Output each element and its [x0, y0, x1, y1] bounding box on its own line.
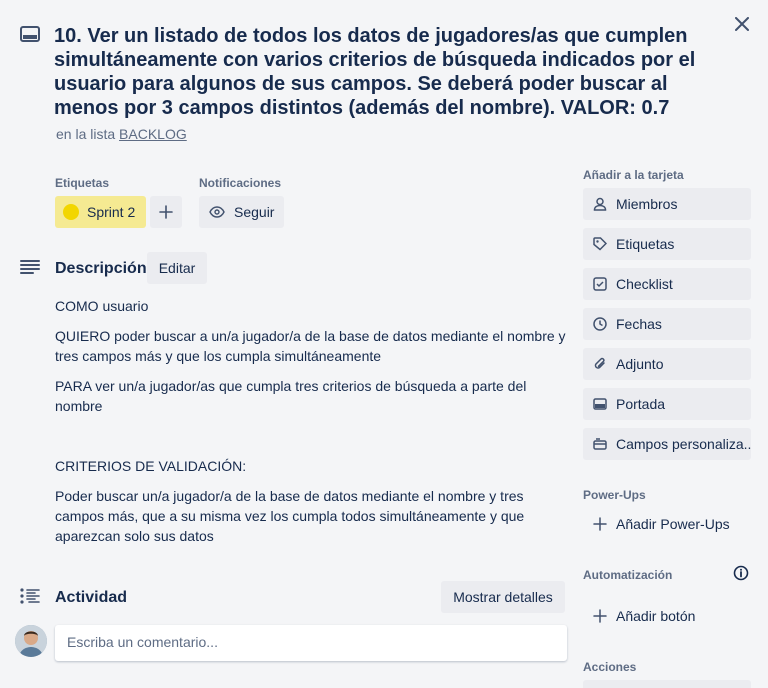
card-title[interactable]: 10. Ver un listado de todos los datos de…	[54, 24, 714, 120]
cover-button[interactable]: Portada	[583, 388, 751, 420]
description-paragraph: PARA ver un/a jugador/as que cumpla tres…	[55, 378, 527, 414]
attachment-label: Adjunto	[616, 356, 664, 372]
close-icon[interactable]	[730, 12, 754, 36]
plus-icon	[592, 608, 608, 624]
activity-icon	[20, 588, 40, 609]
cover-icon	[592, 396, 608, 412]
info-icon[interactable]	[733, 565, 749, 581]
in-list-prefix: en la lista	[56, 126, 116, 142]
watch-label: Seguir	[234, 204, 275, 220]
cover-label: Portada	[616, 396, 666, 412]
attachment-button[interactable]: Adjunto	[583, 348, 751, 380]
card-icon	[20, 26, 40, 42]
description-paragraph: CRITERIOS DE VALIDACIÓN:	[55, 458, 247, 474]
description-paragraph: COMO usuario	[55, 298, 149, 314]
comment-input[interactable]: Escriba un comentario...	[55, 625, 567, 661]
paperclip-icon	[592, 356, 608, 372]
custom-fields-button[interactable]: Campos personaliza...	[583, 428, 751, 460]
checklist-label: Checklist	[616, 276, 673, 292]
label-chip-text: Sprint 2	[87, 204, 136, 220]
activity-heading: Actividad	[55, 589, 128, 606]
add-button-button[interactable]: Añadir botón	[583, 600, 751, 632]
members-label: Miembros	[616, 196, 678, 212]
eye-icon	[209, 206, 225, 218]
edit-description-button[interactable]: Editar	[147, 252, 207, 284]
add-powerups-button[interactable]: Añadir Power-Ups	[583, 508, 751, 540]
label-color-dot	[63, 204, 79, 220]
description-icon	[20, 259, 40, 280]
labels-heading: Etiquetas	[55, 176, 110, 190]
dates-button[interactable]: Fechas	[583, 308, 751, 340]
person-icon	[592, 196, 608, 212]
plus-icon	[159, 205, 173, 219]
add-label-button[interactable]	[150, 196, 182, 228]
list-location: en la lista BACKLOG	[56, 126, 187, 142]
actions-heading: Acciones	[583, 660, 637, 674]
description-heading: Descripción	[55, 260, 147, 277]
notifications-heading: Notificaciones	[199, 176, 282, 190]
add-button-label: Añadir botón	[616, 608, 696, 624]
checklist-button[interactable]: Checklist	[583, 268, 751, 300]
clock-icon	[592, 316, 608, 332]
automation-heading: Automatización	[583, 568, 673, 582]
custom-fields-label: Campos personaliza...	[616, 436, 751, 452]
show-details-button[interactable]: Mostrar detalles	[441, 581, 565, 613]
tag-icon	[592, 236, 608, 252]
label-chip-sprint-2[interactable]: Sprint 2	[55, 196, 146, 228]
add-to-card-heading: Añadir a la tarjeta	[583, 168, 684, 182]
description-paragraph: QUIERO poder buscar a un/a jugador/a de …	[55, 328, 566, 364]
checklist-icon	[592, 276, 608, 292]
labels-button[interactable]: Etiquetas	[583, 228, 751, 260]
powerups-heading: Power-Ups	[583, 488, 646, 502]
description-paragraph: Poder buscar un/a jugador/a de la base d…	[55, 488, 525, 544]
add-powerups-label: Añadir Power-Ups	[616, 516, 730, 532]
avatar[interactable]	[15, 625, 47, 657]
dates-label: Fechas	[616, 316, 662, 332]
actions-button-partial[interactable]	[583, 680, 751, 688]
description-body[interactable]: COMO usuario QUIERO poder buscar a un/a …	[55, 296, 570, 556]
list-link[interactable]: BACKLOG	[119, 126, 187, 142]
members-button[interactable]: Miembros	[583, 188, 751, 220]
labels-label: Etiquetas	[616, 236, 675, 252]
watch-button[interactable]: Seguir	[199, 196, 284, 228]
plus-icon	[592, 516, 608, 532]
custom-fields-icon	[592, 436, 608, 452]
